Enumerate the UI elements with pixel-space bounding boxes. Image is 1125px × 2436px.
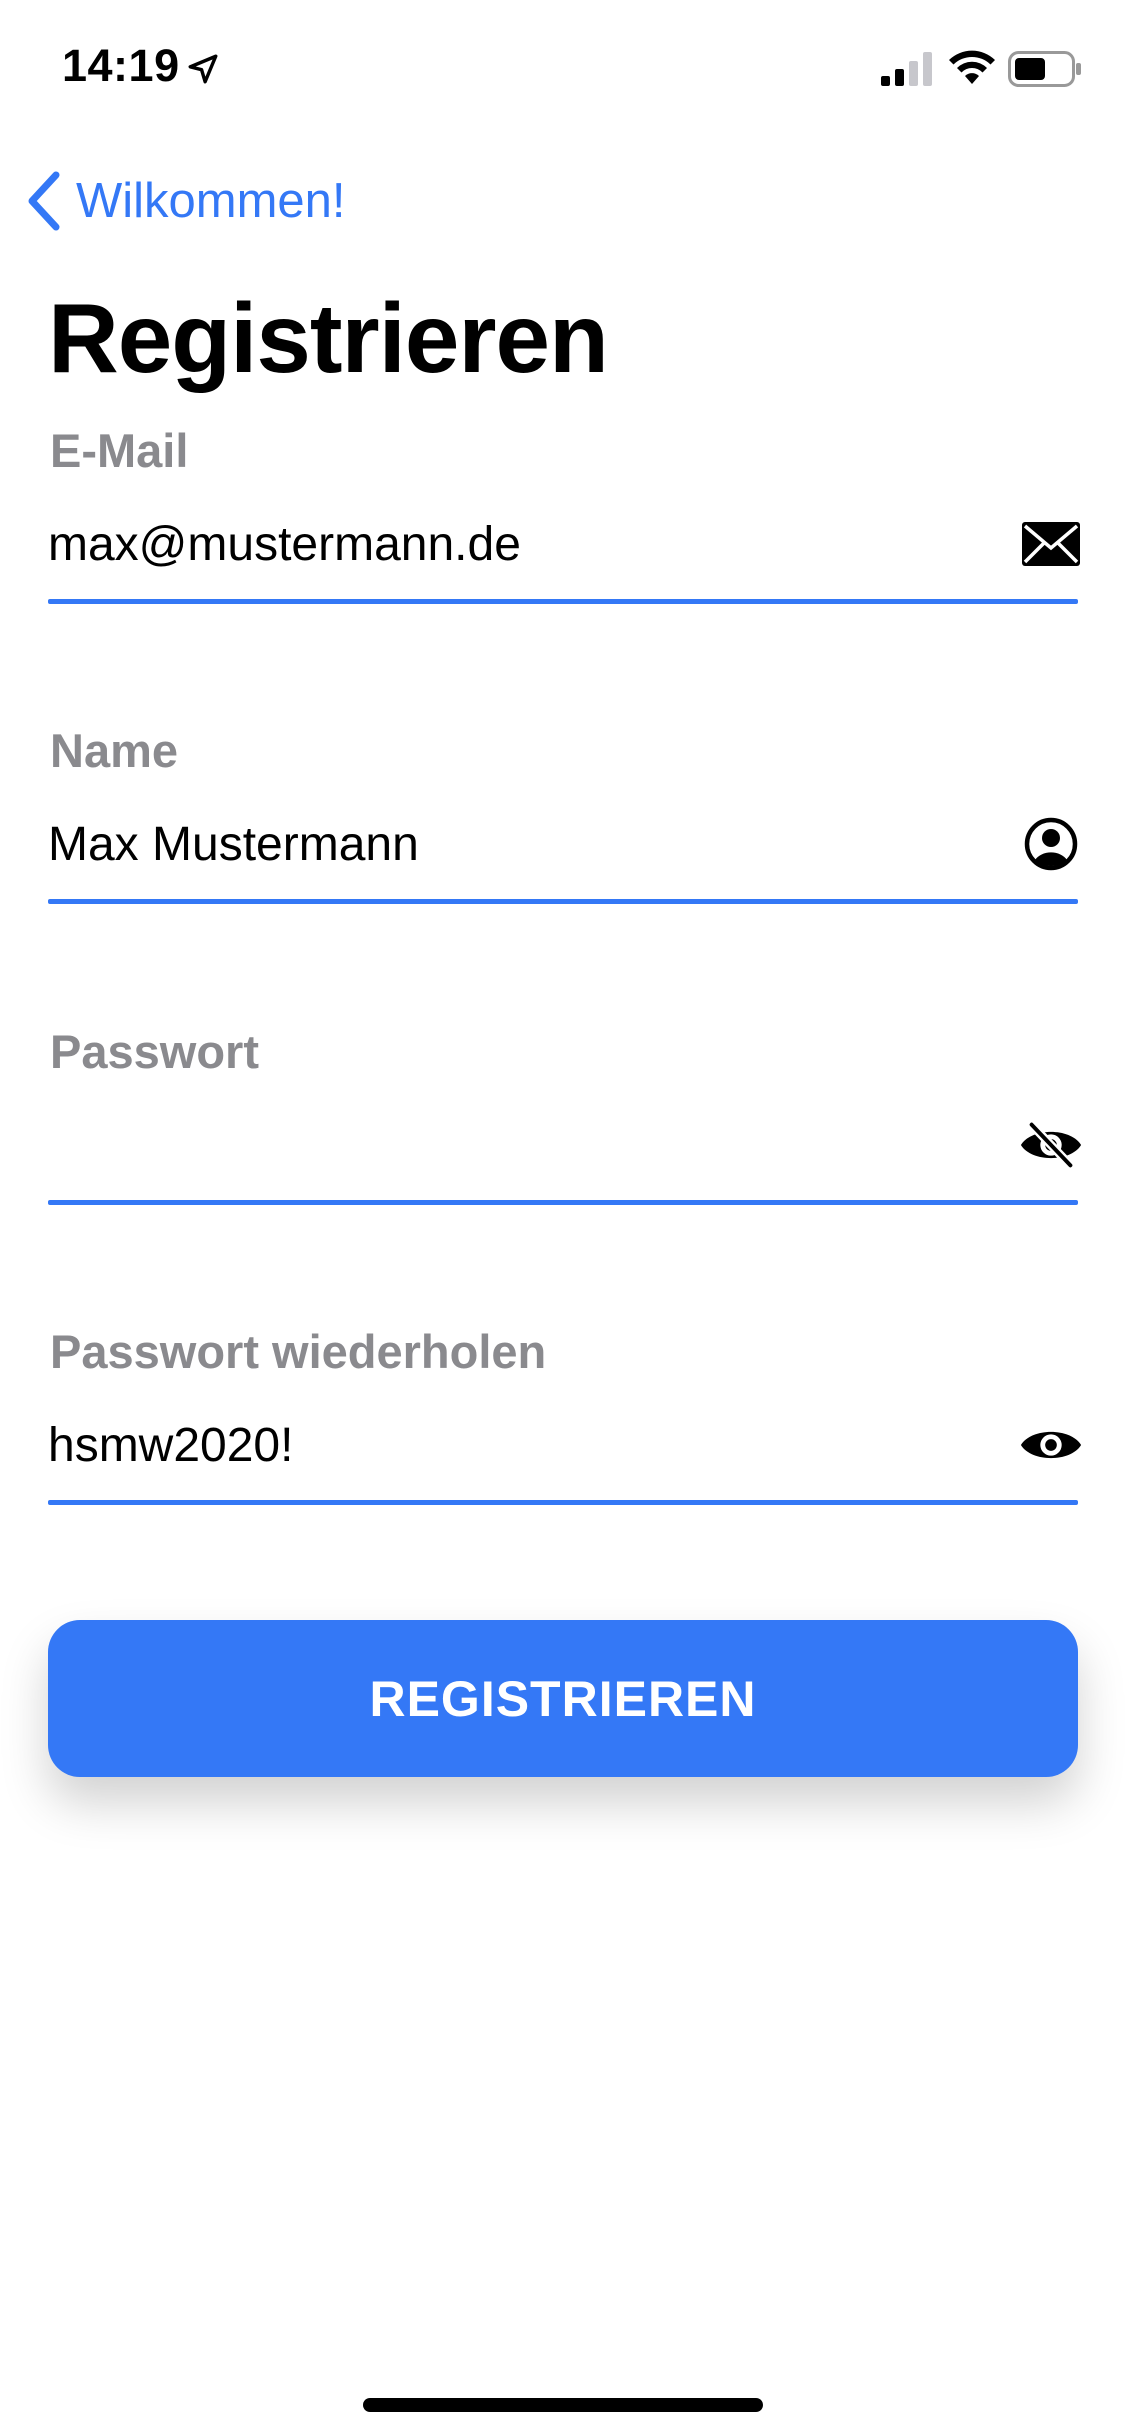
- back-button-label: Wilkommen!: [76, 174, 346, 228]
- name-input[interactable]: [48, 809, 988, 879]
- home-indicator[interactable]: [363, 2398, 763, 2412]
- status-bar: 14:19: [0, 0, 1125, 140]
- password-input[interactable]: [48, 1110, 988, 1180]
- password-field-group: Passwort: [48, 1024, 1082, 1224]
- cellular-signal-icon: [881, 52, 932, 86]
- envelope-icon: [1018, 511, 1084, 577]
- chevron-left-icon: [28, 171, 60, 231]
- email-label: E-Mail: [50, 424, 189, 477]
- password-repeat-field-group: Passwort wiederholen: [48, 1324, 1082, 1524]
- back-button[interactable]: Wilkommen!: [22, 166, 346, 236]
- eye-icon[interactable]: [1018, 1412, 1084, 1478]
- eye-slash-icon[interactable]: [1018, 1112, 1084, 1178]
- status-time: 14:19: [62, 40, 180, 91]
- password-repeat-underline: [48, 1500, 1078, 1505]
- register-button[interactable]: REGISTRIEREN: [48, 1620, 1078, 1777]
- email-field-group: E-Mail: [48, 423, 1080, 623]
- name-field-group: Name: [48, 723, 1078, 923]
- password-repeat-label: Passwort wiederholen: [50, 1325, 547, 1378]
- user-circle-icon: [1018, 811, 1084, 877]
- password-underline: [48, 1200, 1078, 1205]
- battery-icon: [1008, 51, 1081, 87]
- email-input[interactable]: [48, 509, 988, 579]
- email-underline: [48, 599, 1078, 604]
- name-label: Name: [50, 724, 179, 777]
- location-arrow-icon: [188, 54, 218, 84]
- wifi-icon: [949, 50, 995, 84]
- password-label: Passwort: [50, 1025, 259, 1078]
- password-repeat-input[interactable]: [48, 1410, 988, 1480]
- name-underline: [48, 899, 1078, 904]
- page-title: Registrieren: [48, 283, 609, 393]
